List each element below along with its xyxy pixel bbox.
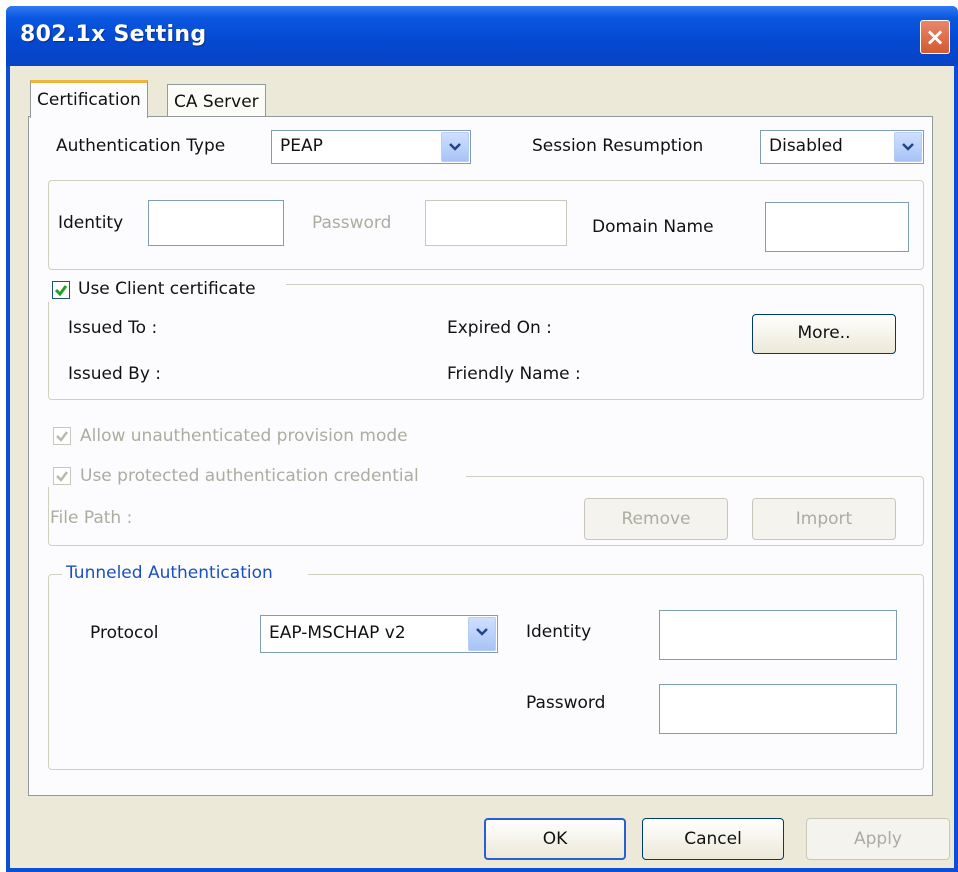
tunneled-password-label: Password xyxy=(526,693,606,713)
use-client-certificate-checkbox[interactable] xyxy=(52,281,70,299)
domain-name-label: Domain Name xyxy=(592,217,714,237)
chevron-down-icon[interactable] xyxy=(894,132,922,162)
ok-button[interactable]: OK xyxy=(484,818,626,860)
friendly-name-label: Friendly Name : xyxy=(447,364,581,384)
authentication-type-select[interactable]: PEAP xyxy=(271,130,471,164)
password-label: Password xyxy=(312,213,392,233)
tab-certification-label: Certification xyxy=(37,90,141,110)
use-protected-credential-checkbox[interactable] xyxy=(53,467,71,485)
domain-name-field[interactable] xyxy=(765,202,909,252)
expired-on-label: Expired On : xyxy=(447,318,552,338)
checkmark-icon xyxy=(56,431,68,442)
protocol-value: EAP-MSCHAP v2 xyxy=(269,623,406,643)
use-protected-credential-label: Use protected authentication credential xyxy=(80,466,419,486)
close-icon: × xyxy=(924,23,946,51)
authentication-type-label: Authentication Type xyxy=(56,136,226,156)
tunneled-authentication-label: Tunneled Authentication xyxy=(66,563,273,583)
authentication-type-value: PEAP xyxy=(280,136,323,156)
more-button[interactable]: More.. xyxy=(752,314,896,354)
tab-certification[interactable]: Certification xyxy=(30,80,148,118)
window-title: 802.1x Setting xyxy=(20,22,207,47)
tunneled-authentication-group xyxy=(48,574,924,770)
chevron-down-icon[interactable] xyxy=(441,132,469,162)
identity-field[interactable] xyxy=(148,200,284,246)
issued-to-label: Issued To : xyxy=(68,318,158,338)
session-resumption-value: Disabled xyxy=(769,136,843,156)
apply-button[interactable]: Apply xyxy=(806,818,950,860)
file-path-label: File Path : xyxy=(50,508,133,528)
use-client-certificate-label[interactable]: Use Client certificate xyxy=(78,279,256,299)
session-resumption-select[interactable]: Disabled xyxy=(760,130,924,164)
protocol-label: Protocol xyxy=(90,623,159,643)
chevron-down-icon[interactable] xyxy=(468,617,496,651)
tunneled-password-field[interactable] xyxy=(659,684,897,734)
tab-ca-server[interactable]: CA Server xyxy=(167,84,266,118)
identity-label: Identity xyxy=(58,213,124,233)
session-resumption-label: Session Resumption xyxy=(532,136,704,156)
cancel-button[interactable]: Cancel xyxy=(642,818,784,860)
protocol-select[interactable]: EAP-MSCHAP v2 xyxy=(260,615,498,653)
import-button[interactable]: Import xyxy=(752,498,896,540)
allow-unauthenticated-provision-label: Allow unauthenticated provision mode xyxy=(80,426,408,446)
tunneled-identity-field[interactable] xyxy=(659,610,897,660)
password-field[interactable] xyxy=(425,200,567,246)
close-button[interactable]: × xyxy=(920,20,950,54)
checkmark-icon xyxy=(56,471,68,482)
checkmark-icon xyxy=(54,285,68,297)
tab-ca-server-label: CA Server xyxy=(174,92,259,112)
issued-by-label: Issued By : xyxy=(68,364,162,384)
tunneled-identity-label: Identity xyxy=(526,622,592,642)
remove-button[interactable]: Remove xyxy=(584,498,728,540)
allow-unauthenticated-provision-checkbox[interactable] xyxy=(53,427,71,445)
